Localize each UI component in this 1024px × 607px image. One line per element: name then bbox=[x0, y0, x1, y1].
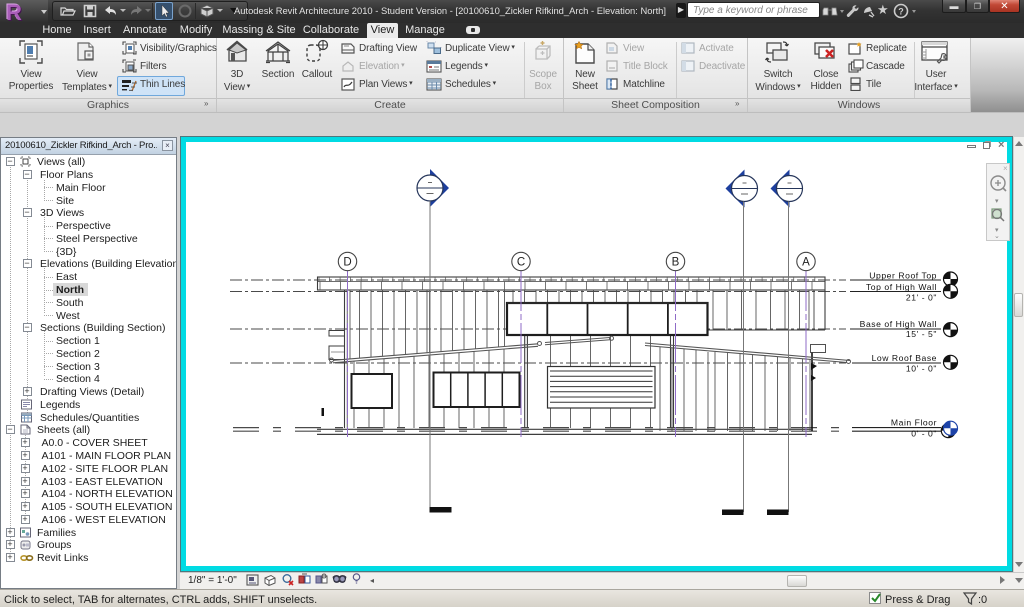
svg-text:Base of High Wall: Base of High Wall bbox=[860, 319, 937, 329]
svg-text:A: A bbox=[802, 257, 810, 269]
svg-text:Low Roof Base: Low Roof Base bbox=[872, 353, 937, 363]
svg-text:15' - 5": 15' - 5" bbox=[906, 329, 937, 339]
svg-text:0' - 0": 0' - 0" bbox=[911, 429, 937, 439]
svg-text:Upper Roof Top: Upper Roof Top bbox=[869, 271, 937, 281]
svg-text:Main Floor: Main Floor bbox=[891, 418, 937, 428]
svg-text:10' - 0": 10' - 0" bbox=[906, 364, 937, 374]
svg-text:?: ? bbox=[898, 7, 904, 17]
svg-text:B: B bbox=[672, 257, 680, 269]
svg-text:21' - 0": 21' - 0" bbox=[906, 293, 937, 303]
svg-text:C: C bbox=[517, 257, 525, 269]
svg-text:D: D bbox=[343, 257, 351, 269]
svg-text:Top of High Wall: Top of High Wall bbox=[866, 282, 937, 292]
